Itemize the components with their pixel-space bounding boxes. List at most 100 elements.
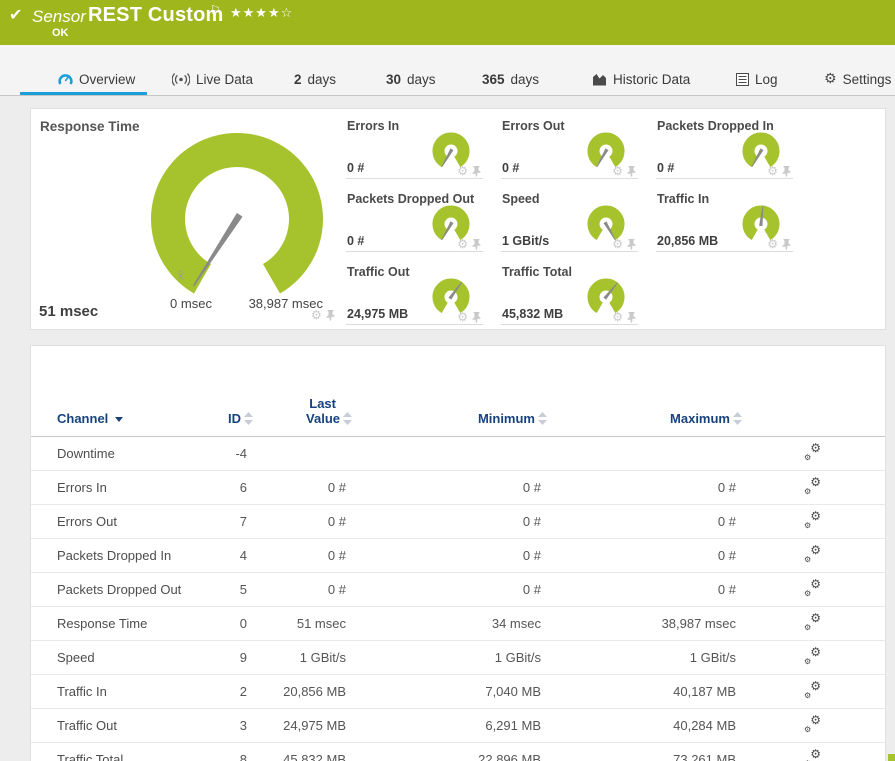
gear-icon[interactable]: ⚙ [612, 237, 623, 251]
column-header-minimum[interactable]: Minimum [356, 346, 551, 437]
channel-settings-icon[interactable]: ⚙ ⚙ [804, 614, 821, 630]
pin-icon[interactable] [326, 310, 335, 321]
mini-gauge-panel: Speed 1 GBit/s ⚙ [501, 192, 638, 252]
channel-id-cell: 9 [201, 641, 257, 675]
sensor-kind-label: Sensor [32, 7, 86, 27]
last-value-cell: 45,832 MB [257, 743, 356, 761]
pin-icon[interactable] [782, 166, 791, 177]
column-header-last-value[interactable]: Last Value [257, 346, 356, 437]
channel-settings-icon[interactable]: ⚙ ⚙ [804, 580, 821, 596]
column-header-maximum[interactable]: Maximum [551, 346, 746, 437]
tab-log[interactable]: Log [736, 67, 778, 91]
priority-stars[interactable]: ★★★★☆ [230, 6, 293, 21]
channel-name-cell: Speed [31, 641, 201, 675]
gear-icon[interactable]: ⚙ [767, 164, 778, 178]
channel-settings-icon[interactable]: ⚙ ⚙ [804, 716, 821, 732]
sort-caret-icon [115, 417, 123, 422]
response-time-gauge [149, 131, 325, 307]
pin-icon[interactable] [472, 166, 481, 177]
gear-icon[interactable]: ⚙ [311, 308, 322, 322]
channel-name-cell: Packets Dropped Out [31, 573, 201, 607]
gear-icon: ⚙ [810, 713, 821, 727]
minimum-cell [356, 437, 551, 471]
channel-id-cell: 3 [201, 709, 257, 743]
tab-overview[interactable]: Overview [58, 67, 135, 91]
channel-settings-icon[interactable]: ⚙ ⚙ [804, 512, 821, 528]
channel-name-cell: Traffic In [31, 675, 201, 709]
tab-settings[interactable]: ⚙ Settings [824, 67, 891, 91]
gear-icon: ⚙ [810, 645, 821, 659]
maximum-cell: 38,987 msec [551, 607, 746, 641]
pin-icon[interactable] [472, 312, 481, 323]
table-row: Packets Dropped In 4 0 # 0 # 0 # ⚙ ⚙ [31, 539, 885, 573]
pin-icon[interactable] [627, 166, 636, 177]
column-header-channel[interactable]: Channel [31, 346, 201, 437]
channel-gauge-title: Errors In [347, 119, 399, 133]
mini-gauge-panel: Traffic Out 24,975 MB ⚙ [346, 265, 483, 325]
gear-icon: ⚙ [810, 577, 821, 591]
last-value-cell: 0 # [257, 505, 356, 539]
priority-flag-icon[interactable]: ⚐ [210, 3, 221, 17]
gear-icon: ⚙ [810, 679, 821, 693]
pin-icon[interactable] [627, 312, 636, 323]
maximum-cell [551, 437, 746, 471]
tab-number: 30 [386, 72, 401, 87]
tab-365-days[interactable]: 365 days [482, 67, 539, 91]
sort-icon [244, 412, 253, 425]
gear-icon[interactable]: ⚙ [612, 310, 623, 324]
gear-icon: ⚙ [804, 521, 811, 530]
log-list-icon [736, 73, 749, 86]
gauge-max-label: 38,987 msec [223, 296, 323, 311]
table-row: Downtime -4 ⚙ ⚙ [31, 437, 885, 471]
table-row: Packets Dropped Out 5 0 # 0 # 0 # ⚙ ⚙ [31, 573, 885, 607]
pin-icon[interactable] [472, 239, 481, 250]
channel-settings-icon[interactable]: ⚙ ⚙ [804, 444, 821, 460]
tab-bar: Overview Live Data 2 days 30 days 365 da… [0, 45, 895, 96]
page-title: REST Custom [88, 4, 224, 27]
channel-settings-icon[interactable]: ⚙ ⚙ [804, 682, 821, 698]
minimum-cell: 7,040 MB [356, 675, 551, 709]
pin-icon[interactable] [627, 239, 636, 250]
gear-icon: ⚙ [804, 725, 811, 734]
gear-icon[interactable]: ⚙ [767, 237, 778, 251]
channel-id-cell: 5 [201, 573, 257, 607]
gear-icon[interactable]: ⚙ [612, 164, 623, 178]
tab-30-days[interactable]: 30 days [386, 67, 436, 91]
channel-name-cell: Downtime [31, 437, 201, 471]
main-gauge-value: 51 msec [39, 303, 98, 320]
gear-icon: ⚙ [810, 611, 821, 625]
tab-label: days [308, 72, 337, 87]
gear-icon: ⚙ [804, 453, 811, 462]
channel-name-cell: Errors Out [31, 505, 201, 539]
channel-settings-icon[interactable]: ⚙ ⚙ [804, 648, 821, 664]
tab-label: Log [755, 72, 778, 87]
sort-icon [538, 412, 547, 425]
minimum-cell: 0 # [356, 505, 551, 539]
status-badge: OK [52, 27, 69, 39]
tab-label: Settings [843, 72, 892, 87]
tab-historic-data[interactable]: Historic Data [592, 67, 690, 91]
gear-icon[interactable]: ⚙ [457, 310, 468, 324]
maximum-cell: 40,187 MB [551, 675, 746, 709]
maximum-cell: 1 GBit/s [551, 641, 746, 675]
channel-settings-icon[interactable]: ⚙ ⚙ [804, 546, 821, 562]
gear-icon: ⚙ [810, 441, 821, 455]
active-tab-underline [20, 92, 147, 95]
pin-icon[interactable] [782, 239, 791, 250]
main-gauge-title: Response Time [40, 119, 140, 134]
gear-icon[interactable]: ⚙ [457, 237, 468, 251]
tab-live-data[interactable]: Live Data [172, 67, 253, 91]
table-row: Speed 9 1 GBit/s 1 GBit/s 1 GBit/s ⚙ ⚙ [31, 641, 885, 675]
channel-gauge-title: Speed [502, 192, 540, 206]
tab-2-days[interactable]: 2 days [294, 67, 336, 91]
gear-icon[interactable]: ⚙ [457, 164, 468, 178]
tab-label: days [511, 72, 540, 87]
channel-name-cell: Packets Dropped In [31, 539, 201, 573]
gear-icon: ⚙ [824, 71, 837, 87]
minimum-cell: 0 # [356, 471, 551, 505]
channel-settings-icon[interactable]: ⚙ ⚙ [804, 750, 821, 761]
channel-name-cell: Errors In [31, 471, 201, 505]
column-header-id[interactable]: ID [201, 346, 257, 437]
channel-settings-icon[interactable]: ⚙ ⚙ [804, 478, 821, 494]
channel-id-cell: 6 [201, 471, 257, 505]
